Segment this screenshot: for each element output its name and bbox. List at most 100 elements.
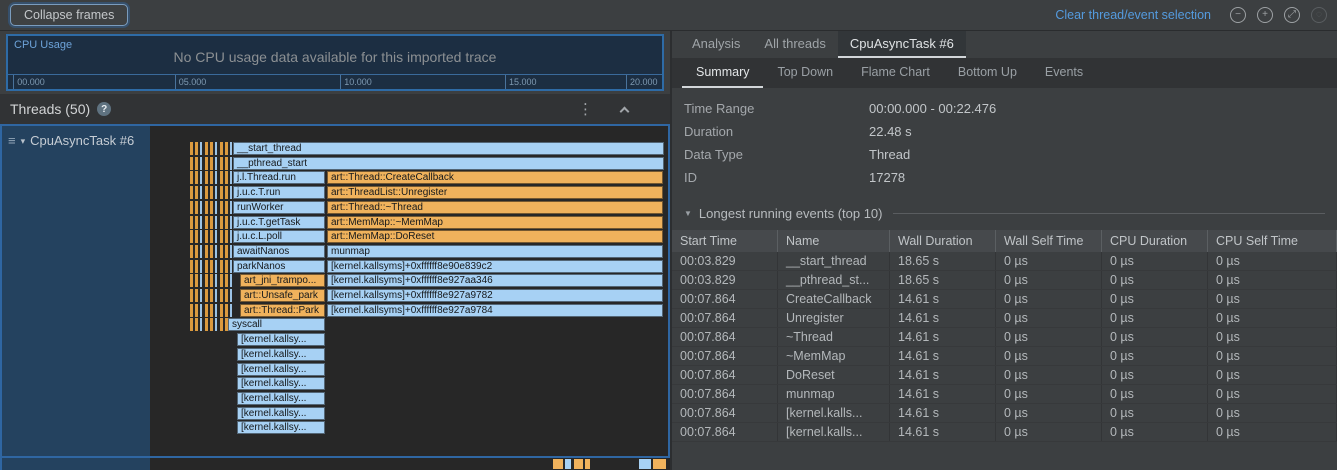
summary-row: Time Range00:00.000 - 00:22.476: [672, 97, 1337, 120]
reset-zoom-icon[interactable]: ⤢: [1284, 7, 1300, 23]
column-header[interactable]: Wall Duration: [890, 230, 996, 252]
flame-segment[interactable]: __pthread_start: [233, 157, 664, 170]
zoom-in-icon[interactable]: +: [1257, 7, 1273, 23]
axis-tick: 15.000: [505, 75, 537, 89]
flame-segment[interactable]: syscall: [228, 318, 325, 331]
next-track-chart: [150, 458, 670, 470]
mini-bar: [574, 459, 583, 469]
flame-segment[interactable]: [kernel.kallsyms]+0xffffff8e927aa346: [327, 274, 663, 287]
flame-segment[interactable]: j.u.c.L.poll: [233, 230, 325, 243]
cpu-profiler-window: Collapse frames Clear thread/event selec…: [0, 0, 1337, 470]
subtab-bottom-up[interactable]: Bottom Up: [944, 58, 1031, 88]
column-header[interactable]: CPU Self Time: [1208, 230, 1337, 252]
axis-tick: 05.000: [175, 75, 207, 89]
flame-segment[interactable]: art::MemMap::DoReset: [327, 230, 663, 243]
table-cell: 14.61 s: [890, 366, 996, 384]
flame-segment[interactable]: runWorker: [233, 201, 325, 214]
cpu-usage-panel[interactable]: CPU Usage No CPU usage data available fo…: [6, 34, 664, 91]
table-cell: 14.61 s: [890, 404, 996, 422]
table-row[interactable]: 00:07.864CreateCallback14.61 s0 µs0 µs0 …: [672, 290, 1337, 309]
table-row[interactable]: 00:07.864~MemMap14.61 s0 µs0 µs0 µs: [672, 347, 1337, 366]
cpu-usage-label: CPU Usage: [14, 39, 72, 51]
column-header[interactable]: Name: [778, 230, 890, 252]
drag-handle-icon[interactable]: ≡: [8, 133, 16, 148]
subtab-events[interactable]: Events: [1031, 58, 1097, 88]
collapse-chevron-icon[interactable]: [620, 106, 630, 116]
table-cell: DoReset: [778, 366, 890, 384]
table-row[interactable]: 00:07.864munmap14.61 s0 µs0 µs0 µs: [672, 385, 1337, 404]
next-track-label: [0, 458, 150, 470]
subtab-summary[interactable]: Summary: [682, 58, 763, 88]
flame-segment[interactable]: [kernel.kallsyms]+0xffffff8e927a9784: [327, 304, 663, 317]
flame-segment[interactable]: [kernel.kallsy...: [237, 392, 325, 405]
analysis-tabs: AnalysisAll threadsCpuAsyncTask #6: [672, 31, 1337, 58]
flame-segment[interactable]: j.u.c.T.getTask: [233, 216, 325, 229]
subtab-top-down[interactable]: Top Down: [763, 58, 847, 88]
flame-segment[interactable]: art_jni_trampo...: [240, 274, 325, 287]
events-section-header[interactable]: ▼ Longest running events (top 10): [684, 206, 1325, 221]
flame-segment[interactable]: [kernel.kallsy...: [237, 377, 325, 390]
table-row[interactable]: 00:07.864~Thread14.61 s0 µs0 µs0 µs: [672, 328, 1337, 347]
flame-segment[interactable]: [kernel.kallsy...: [237, 348, 325, 361]
table-row[interactable]: 00:07.864[kernel.kalls...14.61 s0 µs0 µs…: [672, 423, 1337, 442]
table-row[interactable]: 00:07.864[kernel.kalls...14.61 s0 µs0 µs…: [672, 404, 1337, 423]
table-cell: 0 µs: [996, 328, 1102, 346]
flame-segment[interactable]: munmap: [327, 245, 663, 258]
table-cell: 00:03.829: [672, 252, 778, 270]
table-cell: 0 µs: [1208, 347, 1337, 365]
kebab-menu-icon[interactable]: ⋮: [578, 100, 593, 118]
flame-segment[interactable]: art::MemMap::~MemMap: [327, 216, 663, 229]
mini-call-bars: [190, 142, 232, 155]
tab-all-threads[interactable]: All threads: [752, 31, 837, 58]
flame-segment[interactable]: awaitNanos: [233, 245, 325, 258]
mini-call-bars: [190, 304, 232, 317]
column-header[interactable]: Wall Self Time: [996, 230, 1102, 252]
table-cell: 00:07.864: [672, 309, 778, 327]
axis-tick: 10.000: [340, 75, 372, 89]
flame-segment[interactable]: [kernel.kallsyms]+0xffffff8e927a9782: [327, 289, 663, 302]
summary-row: Data TypeThread: [672, 143, 1337, 166]
next-track-partial: [0, 458, 670, 470]
summary-label: Time Range: [684, 101, 869, 116]
clear-selection-link[interactable]: Clear thread/event selection: [1055, 8, 1211, 22]
table-cell: 0 µs: [996, 290, 1102, 308]
flame-segment[interactable]: parkNanos: [233, 260, 325, 273]
flame-segment[interactable]: [kernel.kallsyms]+0xffffff8e90e839c2: [327, 260, 663, 273]
mini-call-bars: [190, 289, 232, 302]
table-row[interactable]: 00:07.864DoReset14.61 s0 µs0 µs0 µs: [672, 366, 1337, 385]
flame-segment[interactable]: [kernel.kallsy...: [237, 333, 325, 346]
subtab-flame-chart[interactable]: Flame Chart: [847, 58, 944, 88]
tab-analysis[interactable]: Analysis: [680, 31, 752, 58]
table-row[interactable]: 00:03.829__start_thread18.65 s0 µs0 µs0 …: [672, 252, 1337, 271]
flame-chart[interactable]: __start_thread __pthread_startj.l.Thread.…: [150, 126, 668, 456]
flame-segment[interactable]: art::Thread::~Thread: [327, 201, 663, 214]
timeline-panel: CPU Usage No CPU usage data available fo…: [0, 31, 670, 470]
thread-track-label[interactable]: ≡ ▾ CpuAsyncTask #6: [2, 126, 150, 456]
expand-caret-icon[interactable]: ▾: [21, 136, 26, 147]
table-cell: 0 µs: [1208, 423, 1337, 441]
help-icon[interactable]: ?: [97, 102, 111, 116]
flame-segment[interactable]: art::Unsafe_park: [240, 289, 325, 302]
flame-segment[interactable]: [kernel.kallsy...: [237, 363, 325, 376]
flame-segment[interactable]: art::Thread::CreateCallback: [327, 171, 663, 184]
column-header[interactable]: CPU Duration: [1102, 230, 1208, 252]
flame-segment[interactable]: j.u.c.T.run: [233, 186, 325, 199]
collapse-triangle-icon[interactable]: ▼: [684, 209, 692, 218]
flame-segment[interactable]: [kernel.kallsy...: [237, 421, 325, 434]
flame-segment[interactable]: [kernel.kallsy...: [237, 407, 325, 420]
table-row[interactable]: 00:07.864Unregister14.61 s0 µs0 µs0 µs: [672, 309, 1337, 328]
mini-call-bars: [190, 216, 232, 229]
flame-segment[interactable]: j.l.Thread.run: [233, 171, 325, 184]
column-header[interactable]: Start Time: [672, 230, 778, 252]
analysis-panel: AnalysisAll threadsCpuAsyncTask #6 Summa…: [670, 31, 1337, 470]
thread-track-selected[interactable]: ≡ ▾ CpuAsyncTask #6 __start_thread __pthr…: [0, 124, 670, 458]
tab-cpuasynctask-6[interactable]: CpuAsyncTask #6: [838, 31, 966, 58]
flame-segment[interactable]: art::ThreadList::Unregister: [327, 186, 663, 199]
flame-segment[interactable]: art::Thread::Park: [240, 304, 325, 317]
flame-segment[interactable]: __start_thread: [233, 142, 664, 155]
table-row[interactable]: 00:03.829__pthread_st...18.65 s0 µs0 µs0…: [672, 271, 1337, 290]
zoom-out-icon[interactable]: −: [1230, 7, 1246, 23]
table-cell: 18.65 s: [890, 271, 996, 289]
table-cell: 0 µs: [1102, 309, 1208, 327]
collapse-frames-button[interactable]: Collapse frames: [10, 4, 128, 26]
